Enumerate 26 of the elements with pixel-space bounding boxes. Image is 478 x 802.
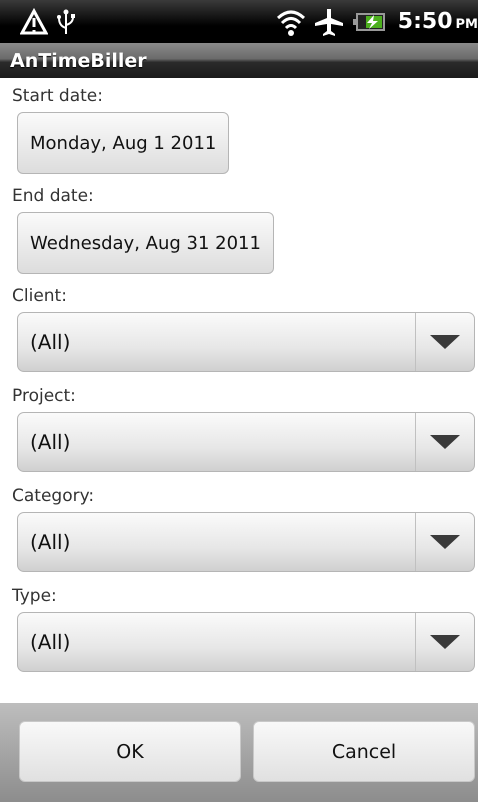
field-label: Start date: [12, 86, 103, 106]
dropdown-arrow-icon [430, 335, 460, 349]
field-label: Type: [12, 586, 57, 606]
dropdown-arrow-icon [430, 635, 460, 649]
clock-ampm: PM [456, 17, 478, 32]
cancel-button[interactable]: Cancel [253, 721, 475, 782]
field-label: End date: [12, 186, 94, 206]
clock-time: 5:50 [398, 9, 453, 34]
dropdown-arrow-icon [430, 535, 460, 549]
battery-icon [352, 12, 386, 32]
date-button[interactable]: Monday, Aug 1 2011 [17, 112, 230, 174]
dropdown[interactable]: (All) [17, 512, 475, 572]
dropdown-arrow-icon [430, 435, 460, 449]
warning-icon [20, 8, 48, 36]
dropdown[interactable]: (All) [17, 312, 475, 372]
ok-button[interactable]: OK [19, 721, 241, 782]
airplane-icon [314, 8, 344, 36]
usb-icon [56, 8, 76, 36]
field-label: Category: [12, 486, 94, 506]
wifi-icon [276, 8, 306, 36]
dropdown[interactable]: (All) [17, 612, 475, 672]
window-title: AnTimeBiller [10, 50, 147, 72]
date-button[interactable]: Wednesday, Aug 31 2011 [17, 212, 274, 274]
field-label: Client: [12, 286, 67, 306]
dropdown[interactable]: (All) [17, 412, 475, 472]
field-label: Project: [12, 386, 76, 406]
